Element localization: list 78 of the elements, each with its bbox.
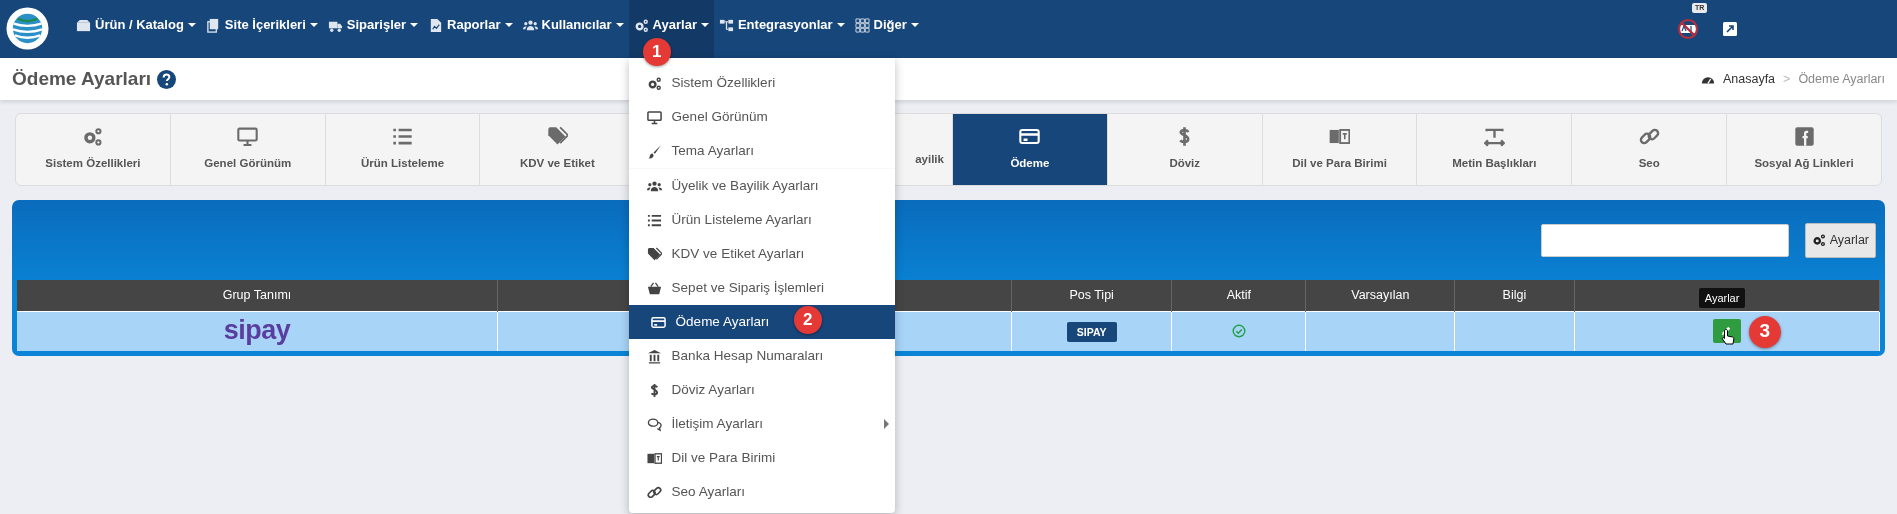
- caret-icon: [187, 23, 196, 27]
- column-header: Pos Tipi: [1011, 280, 1172, 311]
- external-link-icon[interactable]: [1723, 22, 1737, 36]
- link-icon: [646, 484, 662, 500]
- chat-icon: [646, 416, 662, 432]
- caret-icon: [700, 23, 709, 27]
- sitemap-icon: [718, 17, 734, 33]
- box-icon: [76, 17, 91, 33]
- column-header: Aktif: [1171, 280, 1306, 311]
- list-icon: [646, 212, 662, 228]
- help-icon[interactable]: [157, 69, 177, 89]
- search-field[interactable]: [1540, 223, 1789, 257]
- nav-menu-item[interactable]: Diğer: [849, 0, 924, 38]
- dropdown-item[interactable]: Ürün Listeleme Ayarları: [628, 203, 895, 237]
- monitor-icon: [237, 126, 259, 148]
- column-header: Varsayılan: [1305, 280, 1455, 311]
- settings-tab[interactable]: Sosyal Ağ Linkleri: [1727, 114, 1881, 185]
- column-header: Grup Tanımı: [17, 280, 498, 311]
- pos-type-badge: SIPAY: [1066, 322, 1117, 343]
- settings-tab[interactable]: Ürün Listeleme: [325, 114, 481, 185]
- page-title: Ödeme Ayarları: [12, 66, 152, 91]
- gears-icon: [633, 17, 649, 33]
- step-number-badge: 3: [1748, 315, 1781, 348]
- copy-icon: [205, 17, 221, 33]
- nav-menu-item[interactable]: Raporlar: [423, 0, 518, 38]
- gears-icon: [1811, 233, 1826, 247]
- column-header: Bilgi: [1454, 280, 1574, 311]
- caret-icon: [910, 23, 919, 27]
- caret-icon: [836, 23, 845, 27]
- caret-icon: [309, 23, 318, 27]
- pointer-cursor-icon: [1720, 327, 1736, 346]
- globe-logo: [6, 7, 49, 50]
- nav-menu-item[interactable]: Siparişler: [322, 0, 424, 38]
- bank-icon: [646, 348, 662, 364]
- caret-icon: [410, 23, 419, 27]
- chart-file-icon: [428, 17, 444, 33]
- facebook-icon: [1793, 126, 1815, 148]
- settings-tab[interactable]: KDV ve Etiket: [480, 114, 636, 185]
- dropdown-item[interactable]: KDV ve Etiket Ayarları: [628, 237, 895, 271]
- translate-off-icon: [1677, 17, 1699, 41]
- grid-icon: [854, 17, 870, 33]
- gears-icon: [646, 75, 662, 91]
- dropdown-item[interactable]: Döviz Ayarları: [628, 373, 895, 407]
- nav-menu-item[interactable]: Entegrasyonlar: [713, 0, 850, 38]
- nav-menu-item[interactable]: Ürün / Katalog: [71, 0, 201, 38]
- settings-button[interactable]: Ayarlar: [1804, 222, 1876, 258]
- gears-icon: [82, 126, 104, 148]
- settings-tab[interactable]: Metin Başlıkları: [1417, 114, 1573, 185]
- breadcrumb-separator: >: [1783, 70, 1791, 88]
- dropdown-item[interactable]: Banka Hesap Numaraları: [628, 339, 895, 373]
- settings-tab[interactable]: Döviz: [1107, 114, 1263, 185]
- basket-icon: [646, 280, 662, 296]
- monitor-icon: [646, 109, 662, 125]
- text-width-icon: [1483, 126, 1505, 148]
- caret-icon: [504, 23, 513, 27]
- settings-tab[interactable]: Genel Görünüm: [170, 114, 326, 185]
- nav-menu-item[interactable]: Kullanıcılar: [517, 0, 629, 38]
- settings-tab[interactable]: ayilik: [915, 150, 944, 169]
- step-number-badge: 1: [642, 38, 671, 66]
- dropdown-item[interactable]: Ödeme Ayarları 2: [628, 305, 895, 339]
- dropdown-item[interactable]: Seo Ayarları: [628, 475, 895, 509]
- tags-icon: [646, 246, 662, 262]
- dropdown-item[interactable]: Sistem Özellikleri: [628, 66, 895, 100]
- breadcrumb-link[interactable]: Anasayfa: [1722, 69, 1776, 89]
- brand-logo: sipay: [223, 314, 291, 345]
- settings-tab[interactable]: Sistem Özellikleri: [16, 114, 171, 185]
- credit-card-icon: [650, 314, 666, 330]
- dropdown-item[interactable]: İletişim Ayarları: [628, 407, 895, 441]
- dropdown-item[interactable]: Dil ve Para Birimi: [628, 441, 895, 475]
- step-number-badge: 2: [793, 306, 822, 334]
- settings-tab[interactable]: Seo: [1572, 114, 1728, 185]
- settings-tab[interactable]: Ödeme: [952, 114, 1108, 185]
- translate-icon: [646, 450, 662, 466]
- dropdown-item[interactable]: Sepet ve Sipariş İşlemleri: [628, 271, 895, 305]
- breadcrumb-current: Ödeme Ayarları: [1798, 70, 1885, 88]
- caret-icon: [615, 23, 624, 27]
- nav-menu-item[interactable]: Site İçerikleri: [200, 0, 323, 38]
- settings-tab[interactable]: Dil ve Para Birimi: [1262, 114, 1418, 185]
